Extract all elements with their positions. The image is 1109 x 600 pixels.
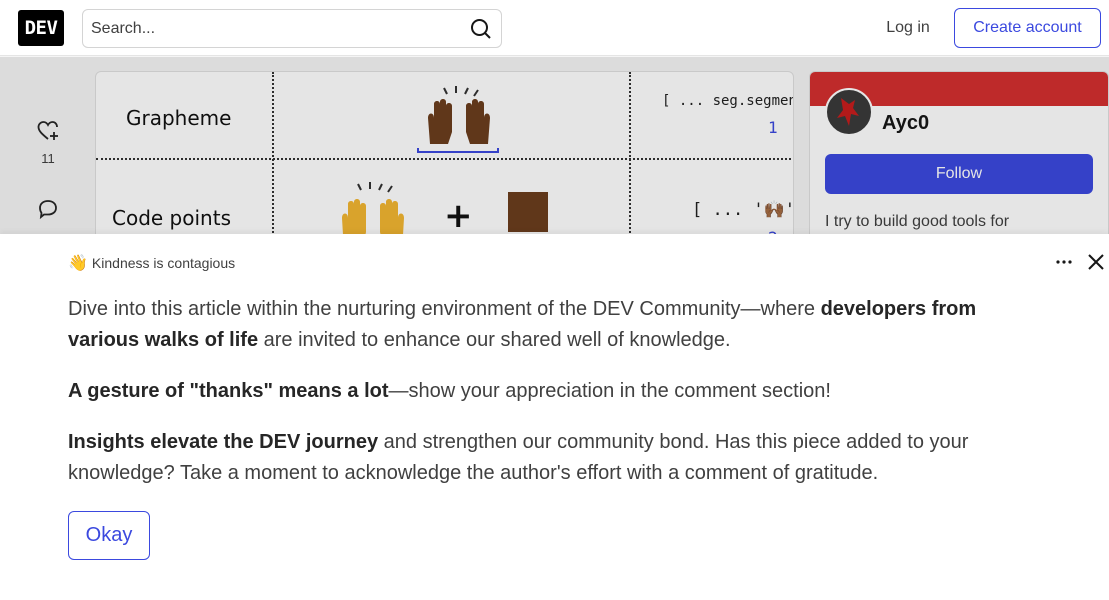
search-box[interactable] [82, 9, 502, 48]
notice-tag-label: Kindness is contagious [91, 255, 236, 271]
waving-hand-icon: 👋 [68, 255, 88, 272]
close-icon[interactable] [1084, 250, 1108, 274]
search-input[interactable] [91, 10, 461, 47]
notice-paragraph-2: A gesture of "thanks" means a lot—show y… [68, 380, 831, 402]
search-icon[interactable] [469, 17, 493, 41]
okay-button[interactable]: Okay [68, 511, 150, 560]
more-options-icon[interactable] [1052, 250, 1076, 274]
kindness-notice-panel: 👋 Kindness is contagious Dive into this … [0, 234, 1109, 600]
dev-logo[interactable]: DEV [18, 10, 64, 46]
top-header: DEV Log in Create account [0, 0, 1109, 56]
login-link[interactable]: Log in [876, 10, 940, 46]
notice-paragraph-3: Insights elevate the DEV journey and str… [68, 431, 969, 484]
dim-overlay [0, 57, 1109, 234]
notice-tag: 👋 Kindness is contagious [68, 253, 235, 273]
create-account-button[interactable]: Create account [954, 8, 1101, 48]
notice-paragraph-1: Dive into this article within the nurtur… [68, 298, 977, 351]
notice-body: Dive into this article within the nurtur… [68, 294, 1028, 509]
